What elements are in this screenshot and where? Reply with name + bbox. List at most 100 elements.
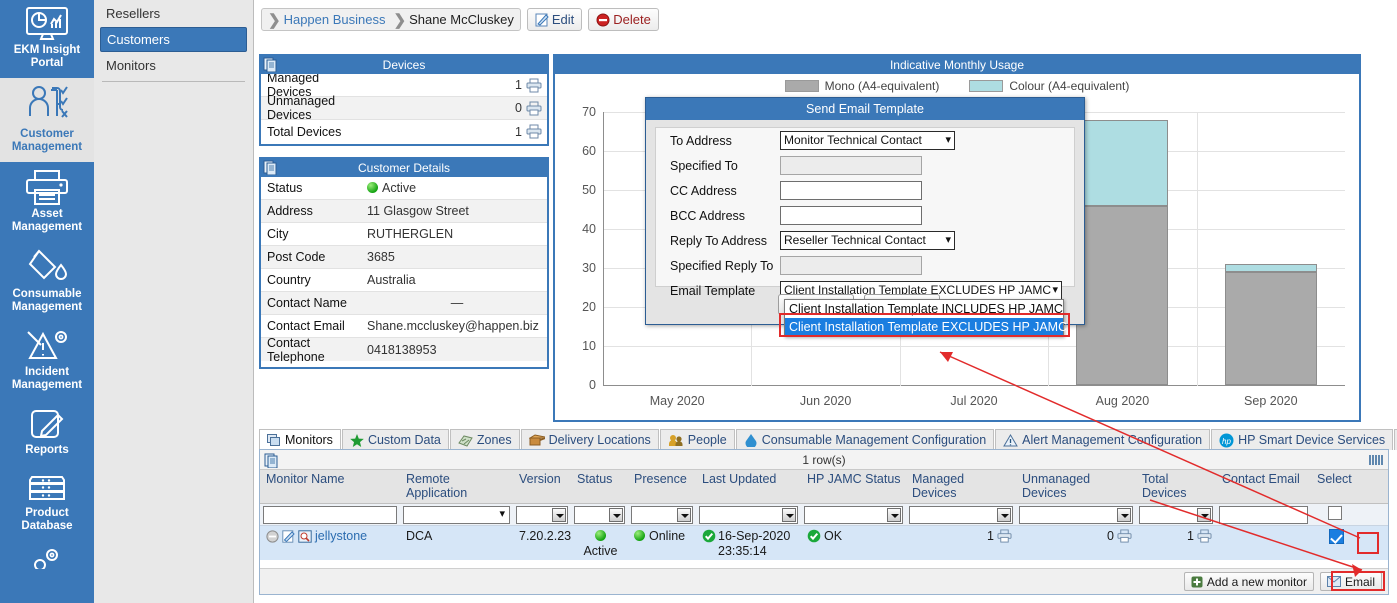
nav-item-customer-management[interactable]: Customer Management <box>0 78 94 162</box>
nav-item-settings[interactable] <box>0 541 94 577</box>
dropdown-option-includes[interactable]: Client Installation Template INCLUDES HP… <box>785 300 1063 318</box>
col-managed-devices[interactable]: Managed Devices <box>906 470 1016 503</box>
bcc-address-input[interactable] <box>780 206 922 225</box>
breadcrumb-parent-link[interactable]: Happen Business <box>284 12 386 27</box>
cell-unmanaged-devices: 0 <box>1016 529 1136 544</box>
edit-button[interactable]: Edit <box>526 8 583 31</box>
nav-item-ekm-insight-portal[interactable]: EKM Insight Portal <box>0 0 94 78</box>
nav-label-reports: Reports <box>25 444 69 456</box>
grid-header-row: Monitor Name Remote Application Version … <box>260 470 1388 504</box>
col-status[interactable]: Status <box>571 470 628 503</box>
sidebar-item-customers[interactable]: Customers <box>100 27 247 52</box>
filter-hp-jamc-status[interactable] <box>804 505 903 524</box>
dropdown-option-excludes[interactable]: Client Installation Template EXCLUDES HP… <box>785 318 1067 336</box>
legend-swatch-colour <box>969 80 1004 92</box>
customer-value-address: 11 Glasgow Street <box>367 204 469 218</box>
chart-y-tick: 60 <box>582 144 596 158</box>
usage-chart-title: Indicative Monthly Usage <box>889 58 1025 72</box>
chart-vertical-gridline <box>1196 112 1198 386</box>
chart-x-tick: Aug 2020 <box>1095 394 1150 408</box>
col-total-devices[interactable]: Total Devices <box>1136 470 1216 503</box>
chart-bar <box>1224 264 1317 385</box>
nav-item-consumable-management[interactable]: Consumable Management <box>0 242 94 322</box>
chart-y-tick: 70 <box>582 105 596 119</box>
customer-icon <box>29 86 68 118</box>
col-presence[interactable]: Presence <box>628 470 696 503</box>
nav-item-asset-management[interactable]: Asset Management <box>0 162 94 242</box>
chart-bar-segment-mono <box>1076 205 1169 385</box>
delete-button[interactable]: Delete <box>588 8 659 31</box>
filter-remote-application[interactable] <box>403 505 510 524</box>
select-all-checkbox[interactable] <box>1328 506 1342 520</box>
col-contact-email[interactable]: Contact Email <box>1216 470 1311 503</box>
col-remote-application[interactable]: Remote Application <box>400 470 513 503</box>
plus-icon <box>1191 576 1203 587</box>
cell-status-label: Active <box>583 544 618 558</box>
col-version[interactable]: Version <box>513 470 571 503</box>
cc-address-input[interactable] <box>780 181 922 200</box>
to-address-select[interactable]: Monitor Technical Contact <box>780 131 955 150</box>
filter-managed-devices[interactable] <box>909 505 1013 524</box>
cell-total-devices-value: 1 <box>1187 529 1194 543</box>
filter-total-devices[interactable] <box>1139 505 1213 524</box>
customer-value-status: Active <box>367 181 547 195</box>
filter-version[interactable] <box>516 505 568 524</box>
field-row-reply-to-address: Reply To Address Reseller Technical Cont… <box>670 228 1074 253</box>
tab-zones[interactable]: Zones <box>449 429 520 450</box>
status-badge: Active <box>382 181 417 195</box>
delivery-icon <box>528 433 545 445</box>
specified-reply-to-input[interactable] <box>780 256 922 275</box>
tab-label-delivery-locations: Delivery Locations <box>548 433 651 447</box>
col-monitor-name[interactable]: Monitor Name <box>260 470 400 503</box>
columns-chooser-icon[interactable] <box>1369 453 1383 467</box>
printer-icon <box>26 170 68 205</box>
field-row-to-address: To Address Monitor Technical Contact <box>670 128 1074 153</box>
sidebar-item-label-customers: Customers <box>107 32 170 47</box>
legend-swatch-mono <box>784 80 819 92</box>
filter-last-updated[interactable] <box>699 505 798 524</box>
tab-monitors[interactable]: Monitors <box>259 429 341 450</box>
filter-status[interactable] <box>574 505 625 524</box>
devices-panel-title: Devices <box>382 58 426 72</box>
row-select-checkbox[interactable] <box>1328 529 1344 544</box>
inspect-icon[interactable] <box>298 530 312 543</box>
devices-label-unmanaged: Unmanaged Devices <box>267 94 336 122</box>
add-a-new-monitor-button[interactable]: Add a new monitor <box>1183 572 1314 591</box>
edit-row-icon[interactable] <box>282 530 295 543</box>
filter-contact-email[interactable] <box>1219 505 1308 524</box>
filter-unmanaged-devices[interactable] <box>1019 505 1133 524</box>
filter-presence[interactable] <box>631 505 693 524</box>
tab-hp-smart-device-services[interactable]: hp HP Smart Device Services <box>1211 429 1394 450</box>
warning-wrench-icon <box>27 331 67 359</box>
customer-value-postcode: 3685 <box>367 250 395 264</box>
col-hp-jamc-status[interactable]: HP JAMC Status <box>801 470 906 503</box>
table-row[interactable]: jellystone DCA 7.20.2.23 Active Online 1… <box>260 526 1388 560</box>
tab-delivery-locations[interactable]: Delivery Locations <box>520 429 659 450</box>
nav-label-customer-management: Customer Management <box>11 128 83 153</box>
nav-item-incident-management[interactable]: Incident Management <box>0 322 94 400</box>
specified-to-input[interactable] <box>780 156 922 175</box>
sidebar-item-resellers[interactable]: Resellers <box>100 2 247 25</box>
remove-icon[interactable] <box>266 530 279 543</box>
email-button[interactable]: Email <box>1319 572 1382 591</box>
nav-item-reports[interactable]: Reports <box>0 400 94 465</box>
nav-item-product-database[interactable]: Product Database <box>0 465 94 541</box>
sidebar-item-label-resellers: Resellers <box>106 6 161 21</box>
envelope-icon <box>1326 576 1341 587</box>
tab-consumable-management-configuration[interactable]: Consumable Management Configuration <box>735 429 995 450</box>
cell-monitor-name-link[interactable]: jellystone <box>315 529 367 544</box>
reply-to-address-select[interactable]: Reseller Technical Contact <box>780 231 955 250</box>
tab-custom-data[interactable]: Custom Data <box>341 429 449 450</box>
customer-value-contact-email: Shane.mccluskey@happen.biz <box>367 319 539 333</box>
col-last-updated[interactable]: Last Updated <box>696 470 801 503</box>
field-row-cc-address: CC Address <box>670 178 1074 203</box>
sidebar-item-monitors[interactable]: Monitors <box>100 54 247 77</box>
col-unmanaged-devices[interactable]: Unmanaged Devices <box>1016 470 1136 503</box>
col-select[interactable]: Select <box>1311 470 1359 503</box>
filter-monitor-name[interactable] <box>263 505 397 524</box>
tab-label-custom-data: Custom Data <box>367 433 441 447</box>
cell-status: Active <box>571 529 628 559</box>
tab-alert-management-configuration[interactable]: Alert Management Configuration <box>995 429 1211 450</box>
tab-people[interactable]: People <box>659 429 735 450</box>
customer-row-contact-telephone: Contact Telephone 0418138953 <box>261 336 547 364</box>
